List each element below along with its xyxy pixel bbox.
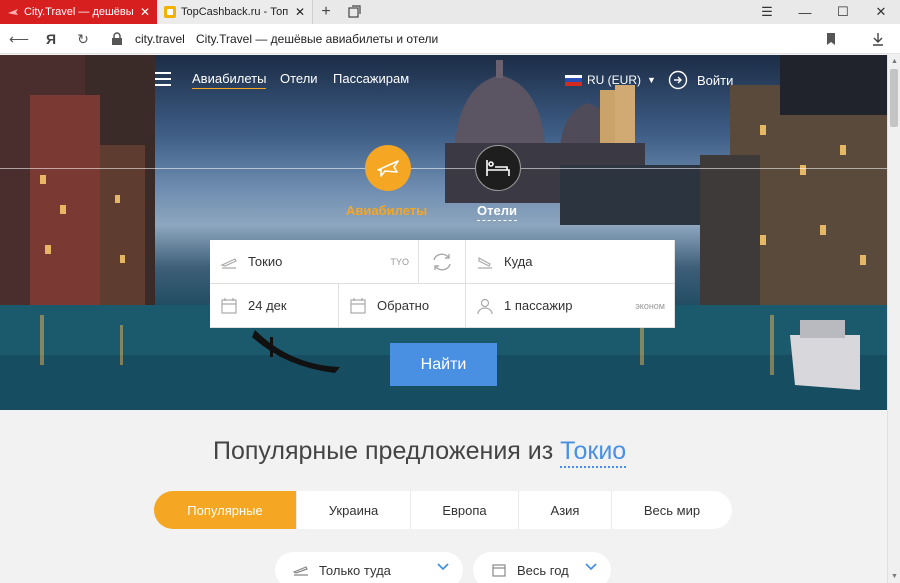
- minimize-button[interactable]: —: [786, 0, 824, 24]
- takeoff-icon: [220, 257, 237, 269]
- period-dropdown[interactable]: Весь год: [473, 552, 611, 583]
- address-page-title[interactable]: City.Travel — дешёвые авиабилеты и отели: [196, 32, 438, 46]
- chevron-down-icon: [585, 563, 597, 571]
- chevron-down-icon: [437, 563, 449, 571]
- popular-city-link[interactable]: Токио: [560, 437, 627, 468]
- passengers-field[interactable]: 1 пассажир эконом: [466, 284, 675, 328]
- destination-placeholder: Куда: [504, 254, 533, 269]
- calendar-icon: [221, 297, 237, 314]
- user-icon: [477, 298, 493, 314]
- nav-passengers[interactable]: Пассажирам: [333, 71, 409, 86]
- address-domain[interactable]: city.travel: [135, 32, 185, 46]
- language-selector[interactable]: RU (EUR) ▼: [565, 73, 656, 87]
- return-date-field[interactable]: Обратно: [339, 284, 466, 328]
- tab-europe[interactable]: Европа: [411, 491, 519, 529]
- new-tab-button[interactable]: +: [313, 0, 339, 24]
- origin-value: Токио: [248, 254, 283, 269]
- return-date-value: Обратно: [377, 298, 430, 313]
- calendar-icon: [492, 564, 506, 577]
- mode-hotels-button[interactable]: [475, 145, 521, 191]
- reload-button[interactable]: ↻: [68, 24, 98, 54]
- topcashback-icon: [164, 6, 176, 18]
- close-icon[interactable]: ✕: [294, 5, 306, 19]
- yandex-button[interactable]: Я: [36, 24, 66, 54]
- calendar-icon: [350, 297, 366, 314]
- hero-divider: [0, 168, 887, 169]
- close-icon[interactable]: ✕: [139, 5, 151, 19]
- tabs-panel-icon[interactable]: [341, 0, 367, 24]
- nav-flights[interactable]: Авиабилеты: [192, 71, 267, 89]
- swap-icon: [433, 253, 451, 270]
- browser-menu-icon[interactable]: ☰: [748, 0, 786, 24]
- cabin-class: эконом: [635, 301, 665, 311]
- tab-title: City.Travel — дешёвые а: [24, 6, 133, 18]
- language-currency-label: RU (EUR): [587, 73, 641, 87]
- depart-date-field[interactable]: 24 дек: [210, 284, 339, 328]
- landing-icon: [478, 256, 492, 269]
- chevron-down-icon: ▼: [647, 75, 656, 85]
- back-button[interactable]: ⟵: [4, 24, 34, 54]
- destination-field[interactable]: Куда: [466, 240, 675, 284]
- window-close-button[interactable]: ✕: [862, 0, 900, 24]
- trip-type-value: Только туда: [319, 562, 391, 578]
- popular-offers-heading: Популярные предложения из Токио: [213, 437, 627, 468]
- tab-popular[interactable]: Популярные: [154, 491, 297, 529]
- address-bar: ⟵ Я ↻ city.travel City.Travel — дешёвые …: [0, 24, 900, 54]
- bed-icon: [486, 160, 510, 176]
- scroll-thumb[interactable]: [890, 69, 898, 127]
- popular-title-text: Популярные предложения из: [213, 437, 554, 465]
- lock-icon[interactable]: [110, 32, 124, 46]
- origin-field[interactable]: Токио TYO: [210, 240, 419, 284]
- bookmark-icon[interactable]: [824, 31, 838, 47]
- browser-tab-topcashback[interactable]: TopCashback.ru - Топ лучш ✕: [157, 0, 313, 24]
- trip-type-dropdown[interactable]: Только туда: [275, 552, 463, 583]
- search-button[interactable]: Найти: [390, 343, 497, 386]
- scroll-up-icon[interactable]: ▲: [888, 55, 900, 68]
- mode-hotels-label[interactable]: Отели: [477, 203, 517, 221]
- login-label: Войти: [697, 72, 734, 88]
- hero-section: Авиабилеты Отели Пассажирам RU (EUR) ▼ В…: [0, 55, 887, 410]
- tab-title: TopCashback.ru - Топ лучш: [181, 6, 288, 18]
- tab-world[interactable]: Весь мир: [612, 491, 732, 529]
- swap-button[interactable]: [419, 240, 466, 284]
- origin-code: TYO: [390, 257, 409, 267]
- tab-asia[interactable]: Азия: [519, 491, 612, 529]
- plane-icon: [7, 6, 19, 18]
- russia-flag-icon: [565, 74, 582, 86]
- nav-hotels[interactable]: Отели: [280, 71, 318, 86]
- mode-flights-button[interactable]: [365, 145, 411, 191]
- hamburger-menu-icon[interactable]: [155, 72, 171, 86]
- passengers-value: 1 пассажир: [504, 298, 573, 313]
- page-scrollbar[interactable]: ▲ ▼: [887, 55, 900, 583]
- takeoff-icon: [293, 566, 308, 576]
- tab-ukraine[interactable]: Украина: [297, 491, 411, 529]
- maximize-button[interactable]: ☐: [824, 0, 862, 24]
- depart-date-value: 24 дек: [248, 298, 287, 313]
- download-icon[interactable]: [868, 29, 888, 49]
- region-tabs: Популярные Украина Европа Азия Весь мир: [154, 491, 732, 529]
- mode-flights-label[interactable]: Авиабилеты: [346, 203, 427, 218]
- login-button[interactable]: Войти: [668, 70, 733, 90]
- browser-tab-city-travel[interactable]: City.Travel — дешёвые а ✕: [0, 0, 157, 24]
- period-value: Весь год: [517, 562, 569, 578]
- browser-tab-bar: City.Travel — дешёвые а ✕ TopCashback.ru…: [0, 0, 900, 24]
- scroll-down-icon[interactable]: ▼: [888, 570, 900, 583]
- airplane-icon: [377, 160, 399, 177]
- login-icon: [668, 70, 688, 90]
